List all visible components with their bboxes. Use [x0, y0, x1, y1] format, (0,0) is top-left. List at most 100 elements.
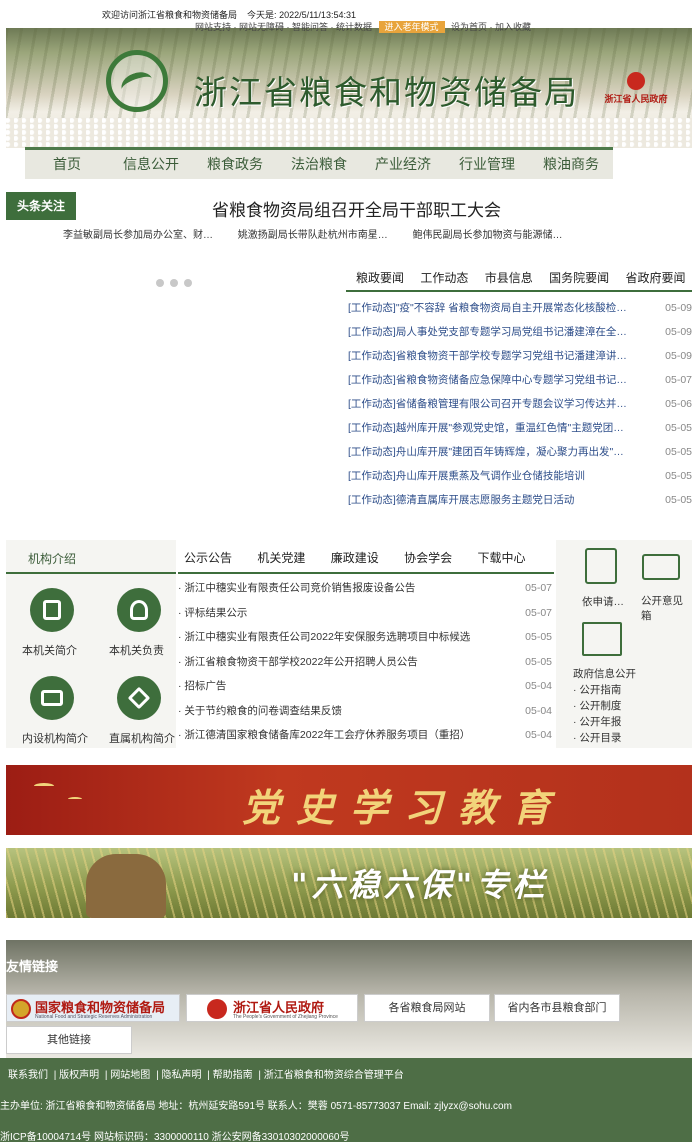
news-title[interactable]: [工作动态]德清直属库开展志愿服务主题党日活动 [348, 488, 648, 512]
nav-industry-economy[interactable]: 产业经济 [361, 150, 445, 179]
org-item-label[interactable]: 本机关简介 [22, 642, 77, 658]
news-title[interactable]: [工作动态]舟山库开展熏蒸及气调作业仓储技能培训 [348, 464, 648, 488]
list-item[interactable]: [工作动态]舟山库开展"建团百年铸辉煌，凝心聚力再出发"… 05-05 [348, 440, 692, 464]
list-item[interactable]: 评标结果公示 05-07 [178, 601, 552, 626]
nav-home[interactable]: 首页 [25, 150, 109, 179]
list-item[interactable]: 浙江中穗实业有限责任公司竞价销售报废设备公告 05-07 [178, 576, 552, 601]
apply-link[interactable]: 依申请… [582, 594, 624, 609]
zhejiang-gov-link[interactable]: 浙江省人民政府 [596, 72, 676, 105]
news-title[interactable]: [工作动态]舟山库开展"建团百年铸辉煌，凝心聚力再出发"… [348, 440, 648, 464]
footer-link-platform[interactable]: 浙江省粮食和物资综合管理平台 [264, 1070, 404, 1081]
nav-industry-management[interactable]: 行业管理 [445, 150, 529, 179]
notice-title[interactable]: 浙江德清国家粮食储备库2022年工会疗休养服务项目（重招） [178, 723, 498, 748]
tab-party-building[interactable]: 机关党建 [257, 551, 305, 565]
nav-info-public[interactable]: 信息公开 [109, 150, 193, 179]
national-grain-bureau-link[interactable]: 国家粮食和物资储备局 National Food and Strategic R… [6, 994, 180, 1022]
footer-link-copyright[interactable]: 版权声明 [59, 1070, 99, 1081]
org-item-label[interactable]: 内设机构简介 [22, 730, 88, 746]
list-item[interactable]: 浙江德清国家粮食储备库2022年工会疗休养服务项目（重招） 05-04 [178, 723, 552, 748]
nav-grain-affairs[interactable]: 粮食政务 [193, 150, 277, 179]
list-item[interactable]: 浙江省粮食物资干部学校2022年公开招聘人员公告 05-05 [178, 650, 552, 675]
news-title[interactable]: [工作动态]省粮食物资储备应急保障中心专题学习党组书记… [348, 368, 648, 392]
list-item[interactable]: 关于节约粮食的问卷调查结果反馈 05-04 [178, 699, 552, 724]
footer-link-sitemap[interactable]: 网站地图 [110, 1070, 150, 1081]
party-history-banner[interactable]: 党史学习教育 [6, 765, 692, 835]
news-title[interactable]: [工作动态]局人事处党支部专题学习局党组书记潘建漳在全… [348, 320, 648, 344]
headline-sub-link[interactable]: 鲍伟民副局长参加物资与能源储… [413, 230, 563, 241]
opinion-box-link[interactable]: 公开意见箱 [641, 594, 691, 624]
gov-info-open-link[interactable]: 政府信息公开 [573, 666, 636, 681]
open-rules-link[interactable]: · 公开制度 [573, 698, 621, 713]
tab-provincial-news[interactable]: 省政府要闻 [625, 271, 685, 285]
carousel-dot[interactable] [184, 279, 192, 287]
person-icon[interactable] [117, 588, 161, 632]
notice-title[interactable]: 关于节约粮食的问卷调查结果反馈 [178, 699, 498, 724]
news-date: 05-05 [665, 446, 692, 458]
document-columns-icon[interactable] [582, 622, 622, 656]
homepage-favorite-links[interactable]: 设为首页 · 加入收藏 [451, 22, 531, 32]
headline-sub-link[interactable]: 李益敏副局长参加局办公室、财… [63, 230, 213, 241]
headline-sub-link[interactable]: 姚激扬副局长带队赴杭州市南星… [238, 230, 388, 241]
tab-notices[interactable]: 公示公告 [184, 551, 232, 565]
tab-associations[interactable]: 协会学会 [404, 551, 452, 565]
list-item[interactable]: [工作动态]省储备粮管理有限公司召开专题会议学习传达并… 05-06 [348, 392, 692, 416]
list-item[interactable]: [工作动态]省粮食物资干部学校专题学习党组书记潘建漳讲… 05-09 [348, 344, 692, 368]
notice-title[interactable]: 浙江中穗实业有限责任公司竞价销售报废设备公告 [178, 576, 498, 601]
provincial-grain-sites-link[interactable]: 各省粮食局网站 [364, 994, 490, 1022]
footer-link-contact[interactable]: 联系我们 [8, 1070, 48, 1081]
open-guide-link[interactable]: · 公开指南 [573, 682, 621, 697]
mail-icon[interactable] [642, 554, 680, 580]
list-item[interactable]: [工作动态]省粮食物资储备应急保障中心专题学习党组书记… 05-07 [348, 368, 692, 392]
carousel-dot[interactable] [170, 279, 178, 287]
open-catalog-link[interactable]: · 公开目录 [573, 730, 621, 745]
nav-legal-grain[interactable]: 法治粮食 [277, 150, 361, 179]
nav-grain-oil-commerce[interactable]: 粮油商务 [529, 150, 613, 179]
tab-downloads[interactable]: 下载中心 [477, 551, 525, 565]
list-item[interactable]: [工作动态]"疫"不容辞 省粮食物资局自主开展常态化核酸检… 05-09 [348, 296, 692, 320]
org-chart-icon[interactable] [30, 588, 74, 632]
org-item-label[interactable]: 直属机构简介 [109, 730, 175, 746]
site-banner: 浙江省粮食和物资储备局 浙江省人民政府 [6, 28, 692, 148]
briefcase-icon[interactable] [30, 676, 74, 720]
news-title[interactable]: [工作动态]"疫"不容辞 省粮食物资局自主开展常态化核酸检… [348, 296, 648, 320]
city-grain-departments-link[interactable]: 省内各市县粮食部门 [494, 994, 620, 1022]
other-links-button[interactable]: 其他链接 [6, 1026, 132, 1054]
carousel-dot[interactable] [156, 279, 164, 287]
open-annual-report-link[interactable]: · 公开年报 [573, 714, 621, 729]
site-logo-icon[interactable] [106, 50, 168, 112]
news-date: 05-09 [665, 350, 692, 362]
notice-title[interactable]: 浙江省粮食物资干部学校2022年公开招聘人员公告 [178, 650, 498, 675]
home-icon[interactable] [117, 676, 161, 720]
elder-mode-button[interactable]: 进入老年模式 [378, 21, 445, 33]
notice-list: 浙江中穗实业有限责任公司竞价销售报废设备公告05-07 评标结果公示05-07 … [178, 576, 552, 748]
notice-title[interactable]: 浙江中穗实业有限责任公司2022年安保服务选聘项目中标候选 [178, 625, 498, 650]
notice-tab-divider [178, 572, 554, 574]
list-item[interactable]: [工作动态]局人事处党支部专题学习局党组书记潘建漳在全… 05-09 [348, 320, 692, 344]
topbar-link-group[interactable]: 网站支持 · 网站无障碍 · 智能问答 · 统计数据 [195, 22, 372, 32]
list-item[interactable]: [工作动态]德清直属库开展志愿服务主题党日活动 05-05 [348, 488, 692, 512]
list-item[interactable]: [工作动态]越州库开展"参观党史馆，重温红色情"主题党团… 05-05 [348, 416, 692, 440]
footer-link-privacy[interactable]: 隐私声明 [161, 1070, 201, 1081]
news-title[interactable]: [工作动态]省储备粮管理有限公司召开专题会议学习传达并… [348, 392, 648, 416]
headline-sub-links: 李益敏副局长参加局办公室、财… 姚激扬副局长带队赴杭州市南星… 鲍伟民副局长参加… [63, 226, 663, 241]
footer-link-help[interactable]: 帮助指南 [213, 1070, 253, 1081]
tab-grain-news[interactable]: 粮政要闻 [356, 271, 404, 285]
notice-title[interactable]: 评标结果公示 [178, 601, 498, 626]
tab-integrity[interactable]: 廉政建设 [331, 551, 379, 565]
today-label: 今天是: [247, 10, 277, 20]
list-item[interactable]: [工作动态]舟山库开展熏蒸及气调作业仓储技能培训 05-05 [348, 464, 692, 488]
six-stable-banner[interactable]: "六稳六保"专栏 [6, 848, 692, 918]
tab-state-council-news[interactable]: 国务院要闻 [549, 271, 609, 285]
list-item[interactable]: 浙江中穗实业有限责任公司2022年安保服务选聘项目中标候选 05-05 [178, 625, 552, 650]
list-item[interactable]: 招标广告 05-04 [178, 674, 552, 699]
tab-work-updates[interactable]: 工作动态 [420, 271, 468, 285]
news-title[interactable]: [工作动态]省粮食物资干部学校专题学习党组书记潘建漳讲… [348, 344, 648, 368]
headline-title[interactable]: 省粮食物资局组召开全局干部职工大会 [212, 196, 501, 221]
news-title[interactable]: [工作动态]越州库开展"参观党史馆，重温红色情"主题党团… [348, 416, 648, 440]
news-date: 05-05 [665, 494, 692, 506]
tab-county-info[interactable]: 市县信息 [485, 271, 533, 285]
zhejiang-gov-link-button[interactable]: 浙江省人民政府 The People's Government of Zheji… [186, 994, 358, 1022]
application-form-icon[interactable] [585, 548, 617, 584]
org-item-label[interactable]: 本机关负责 [109, 642, 164, 658]
notice-title[interactable]: 招标广告 [178, 674, 498, 699]
